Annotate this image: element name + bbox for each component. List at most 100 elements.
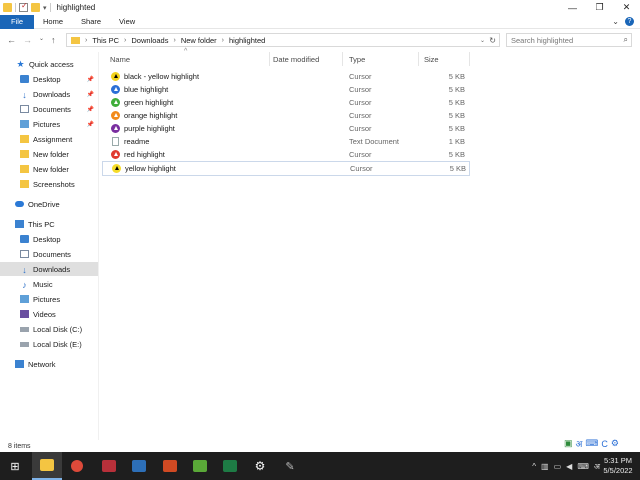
column-header-date[interactable]: Date modified (273, 52, 319, 66)
tab-share[interactable]: Share (72, 17, 110, 26)
taskbar-app[interactable] (185, 452, 215, 480)
music-icon: ♪ (22, 280, 27, 290)
up-arrow-icon[interactable]: ↑ (51, 35, 56, 45)
chevron-up-icon[interactable]: ^ (532, 462, 536, 471)
folder-icon (71, 36, 80, 44)
address-bar[interactable]: › This PC › Downloads › New folder › hig… (66, 33, 500, 47)
wifi-icon[interactable]: ▥ (541, 462, 549, 471)
nav-pc-pictures[interactable]: Pictures (0, 292, 98, 306)
column-divider[interactable] (269, 52, 270, 66)
column-header-type[interactable]: Type (349, 52, 365, 66)
breadcrumb-new-folder[interactable]: New folder (181, 36, 217, 45)
file-row[interactable]: orange highlight Cursor 5 KB (104, 109, 470, 122)
nav-item-downloads[interactable]: ↓ Downloads 📌 (0, 87, 98, 101)
nav-pc-documents[interactable]: Documents (0, 247, 98, 261)
nav-pc-videos[interactable]: Videos (0, 307, 98, 321)
maximize-button[interactable]: ❐ (586, 0, 613, 15)
taskbar-file-explorer[interactable] (32, 452, 62, 480)
file-row[interactable]: green highlight Cursor 5 KB (104, 96, 470, 109)
language-indicator[interactable]: अ (576, 437, 583, 450)
expand-ribbon-icon[interactable]: ⌄ (612, 17, 619, 26)
taskbar-excel[interactable] (215, 452, 245, 480)
close-button[interactable]: ✕ (613, 0, 640, 15)
nav-pc-downloads[interactable]: ↓ Downloads (0, 262, 98, 276)
nav-network[interactable]: Network (0, 357, 98, 371)
new-folder-icon[interactable] (31, 3, 40, 12)
taskbar-chrome[interactable] (62, 452, 92, 480)
file-name: purple highlight (124, 124, 175, 133)
tab-view[interactable]: View (110, 17, 144, 26)
taskbar-app[interactable]: ✎ (275, 452, 305, 480)
taskbar-app[interactable] (94, 452, 124, 480)
refresh-icon[interactable]: ↻ (489, 36, 496, 45)
pane-divider[interactable] (98, 52, 99, 440)
nav-this-pc[interactable]: This PC (0, 217, 98, 231)
column-divider[interactable] (418, 52, 419, 66)
system-tray: ^ ▥ ▭ ◀ ⌨ अ (532, 452, 600, 480)
tab-home[interactable]: Home (34, 17, 72, 26)
minimize-button[interactable]: — (559, 0, 586, 15)
ime-mode[interactable]: C (601, 439, 608, 449)
nav-pc-disk-e[interactable]: Local Disk (E:) (0, 337, 98, 351)
column-divider[interactable] (342, 52, 343, 66)
gear-icon[interactable]: ⚙ (611, 438, 619, 449)
back-arrow-icon[interactable]: ← (7, 35, 16, 45)
nav-pc-disk-c[interactable]: Local Disk (C:) (0, 322, 98, 336)
taskbar-settings[interactable]: ⚙ (245, 452, 275, 480)
nav-item-new-folder[interactable]: New folder (0, 147, 98, 161)
keyboard-icon[interactable]: ⌨ (585, 438, 598, 449)
start-button[interactable]: ⊞ (0, 452, 30, 480)
file-row[interactable]: purple highlight Cursor 5 KB (104, 122, 470, 135)
nav-quick-access[interactable]: ★ Quick access (0, 57, 98, 71)
taskbar-app[interactable] (124, 452, 154, 480)
taskbar-powerpoint[interactable] (155, 452, 185, 480)
file-row[interactable]: blue highlight Cursor 5 KB (104, 83, 470, 96)
chevron-right-icon[interactable]: › (85, 37, 87, 44)
tab-file[interactable]: File (0, 14, 34, 29)
file-row[interactable]: readme Text Document 1 KB (104, 135, 470, 148)
file-name: orange highlight (124, 111, 178, 120)
file-row-focused[interactable]: yellow highlight Cursor 5 KB (102, 161, 470, 176)
file-row[interactable]: black - yellow highlight Cursor 5 KB (104, 70, 470, 83)
breadcrumb-highlighted[interactable]: highlighted (229, 36, 265, 45)
keyboard-icon[interactable]: ⌨ (577, 462, 589, 471)
column-divider[interactable] (469, 52, 470, 66)
breadcrumb-this-pc[interactable]: This PC (92, 36, 119, 45)
volume-icon[interactable]: ◀ (566, 462, 572, 471)
navigation-pane: ★ Quick access Desktop 📌 ↓ Downloads 📌 D… (0, 52, 98, 440)
folder-icon (20, 165, 29, 173)
nav-pc-desktop[interactable]: Desktop (0, 232, 98, 246)
title-bar: ▾ highlighted — ❐ ✕ (0, 0, 640, 15)
breadcrumb-downloads[interactable]: Downloads (131, 36, 168, 45)
search-input[interactable]: Search highlighted ⌕ (506, 33, 632, 47)
nav-onedrive[interactable]: OneDrive (0, 197, 98, 211)
folder-icon (40, 459, 54, 471)
battery-icon[interactable]: ▭ (554, 462, 562, 471)
chevron-right-icon[interactable]: › (222, 37, 224, 44)
clock[interactable]: 5:31 PM 5/5/2022 (600, 456, 636, 476)
recent-locations-icon[interactable]: ⌄ (39, 35, 44, 45)
chevron-down-icon[interactable]: ⌄ (480, 37, 485, 44)
nav-item-pictures[interactable]: Pictures 📌 (0, 117, 98, 131)
nav-item-new-folder[interactable]: New folder (0, 162, 98, 176)
customize-toolbar-icon[interactable]: ▾ (43, 4, 47, 12)
nav-item-screenshots[interactable]: Screenshots (0, 177, 98, 191)
chevron-right-icon[interactable]: › (124, 37, 126, 44)
pin-icon: 📌 (86, 106, 94, 113)
nav-item-assignment[interactable]: Assignment (0, 132, 98, 146)
column-header-size[interactable]: Size (424, 52, 439, 66)
nav-label: OneDrive (28, 199, 60, 209)
nav-pc-music[interactable]: ♪ Music (0, 277, 98, 291)
forward-arrow-icon[interactable]: → (23, 35, 32, 45)
chevron-right-icon[interactable]: › (173, 37, 175, 44)
nav-item-documents[interactable]: Documents 📌 (0, 102, 98, 116)
properties-icon[interactable] (19, 1, 28, 12)
column-header-name[interactable]: Name (110, 52, 130, 66)
file-row[interactable]: red highlight Cursor 5 KB (104, 148, 470, 161)
ime-icon[interactable]: ▣ (564, 438, 573, 449)
nav-item-desktop[interactable]: Desktop 📌 (0, 72, 98, 86)
nav-label: Documents (33, 249, 71, 259)
quick-access-toolbar: ▾ (0, 1, 51, 12)
help-icon[interactable]: ? (625, 17, 634, 26)
language-bar: ▣ अ ⌨ C ⚙ (564, 437, 619, 450)
